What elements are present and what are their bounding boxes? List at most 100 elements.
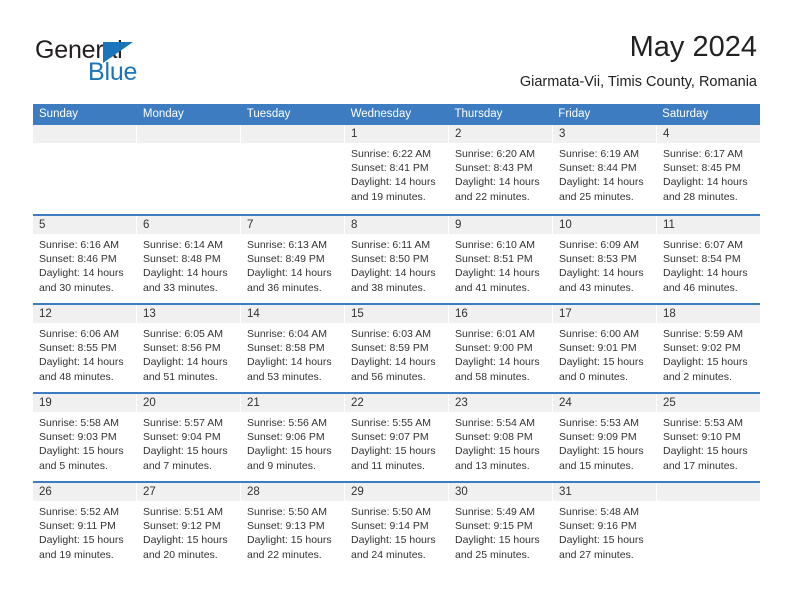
calendar-week-row: 19 Sunrise: 5:58 AM Sunset: 9:03 PM Dayligh… (33, 392, 760, 481)
day-number: 6 (137, 216, 240, 234)
calendar-day-cell[interactable]: 28 Sunrise: 5:50 AM Sunset: 9:13 PM Dayligh… (241, 483, 345, 570)
sunrise-time: Sunrise: 6:03 AM (351, 328, 431, 340)
day-number: 10 (553, 216, 656, 234)
day-sun-info: Sunrise: 6:17 AM Sunset: 8:45 PM Daylight:… (657, 143, 760, 204)
calendar-day-cell[interactable]: 21 Sunrise: 5:56 AM Sunset: 9:06 PM Dayligh… (241, 394, 345, 481)
calendar-day-cell[interactable]: 19 Sunrise: 5:58 AM Sunset: 9:03 PM Dayligh… (33, 394, 137, 481)
daylight-duration-line2: and 0 minutes. (559, 370, 628, 383)
day-sun-info: Sunrise: 6:04 AM Sunset: 8:58 PM Daylight:… (241, 323, 344, 384)
day-number: 9 (449, 216, 552, 234)
calendar-day-cell[interactable]: 25 Sunrise: 5:53 AM Sunset: 9:10 PM Dayligh… (657, 394, 760, 481)
day-number: 15 (345, 305, 448, 323)
daylight-duration-line1: Daylight: 15 hours (143, 534, 228, 547)
calendar-day-cell[interactable]: 31 Sunrise: 5:48 AM Sunset: 9:16 PM Dayligh… (553, 483, 657, 570)
calendar-day-cell[interactable]: 29 Sunrise: 5:50 AM Sunset: 9:14 PM Dayligh… (345, 483, 449, 570)
daylight-duration-line2: and 13 minutes. (455, 459, 530, 472)
calendar-day-cell[interactable]: 4 Sunrise: 6:17 AM Sunset: 8:45 PM Daylight… (657, 125, 760, 214)
sunset-time: Sunset: 9:08 PM (455, 431, 533, 444)
day-number: 17 (553, 305, 656, 323)
day-number: 29 (345, 483, 448, 501)
calendar-day-cell[interactable]: 9 Sunrise: 6:10 AM Sunset: 8:51 PM Daylight… (449, 216, 553, 303)
day-sun-info: Sunrise: 5:50 AM Sunset: 9:13 PM Daylight:… (241, 501, 344, 562)
calendar-day-cell[interactable]: 17 Sunrise: 6:00 AM Sunset: 9:01 PM Dayligh… (553, 305, 657, 392)
calendar-day-cell[interactable]: 5 Sunrise: 6:16 AM Sunset: 8:46 PM Daylight… (33, 216, 137, 303)
day-sun-info: Sunrise: 6:16 AM Sunset: 8:46 PM Daylight:… (33, 234, 136, 295)
calendar-day-cell[interactable]: 10 Sunrise: 6:09 AM Sunset: 8:53 PM Dayligh… (553, 216, 657, 303)
calendar-day-cell[interactable]: 8 Sunrise: 6:11 AM Sunset: 8:50 PM Daylight… (345, 216, 449, 303)
calendar-day-cell[interactable]: 23 Sunrise: 5:54 AM Sunset: 9:08 PM Dayligh… (449, 394, 553, 481)
day-number: 8 (345, 216, 448, 234)
calendar-week-row: 12 Sunrise: 6:06 AM Sunset: 8:55 PM Dayligh… (33, 303, 760, 392)
sunrise-time: Sunrise: 5:48 AM (559, 506, 639, 518)
day-number: 24 (553, 394, 656, 412)
day-number: 26 (33, 483, 136, 501)
calendar-day-cell[interactable]: 27 Sunrise: 5:51 AM Sunset: 9:12 PM Dayligh… (137, 483, 241, 570)
calendar-day-cell[interactable]: 20 Sunrise: 5:57 AM Sunset: 9:04 PM Dayligh… (137, 394, 241, 481)
day-sun-info: Sunrise: 6:14 AM Sunset: 8:48 PM Daylight:… (137, 234, 240, 295)
day-number: 30 (449, 483, 552, 501)
daylight-duration-line2: and 30 minutes. (39, 281, 114, 294)
calendar-day-cell-empty (33, 125, 137, 214)
sunset-time: Sunset: 9:11 PM (39, 520, 116, 533)
calendar-day-cell[interactable]: 6 Sunrise: 6:14 AM Sunset: 8:48 PM Daylight… (137, 216, 241, 303)
sunrise-time: Sunrise: 6:20 AM (455, 148, 535, 160)
daylight-duration-line1: Daylight: 14 hours (455, 356, 540, 369)
day-sun-info: Sunrise: 5:48 AM Sunset: 9:16 PM Daylight:… (553, 501, 656, 562)
calendar-day-cell[interactable]: 18 Sunrise: 5:59 AM Sunset: 9:02 PM Dayligh… (657, 305, 760, 392)
daylight-duration-line1: Daylight: 14 hours (351, 176, 436, 189)
weekday-header-friday: Friday (558, 108, 591, 120)
daylight-duration-line2: and 27 minutes. (559, 548, 634, 561)
day-number (241, 125, 344, 143)
daylight-duration-line2: and 24 minutes. (351, 548, 426, 561)
calendar-day-cell[interactable]: 11 Sunrise: 6:07 AM Sunset: 8:54 PM Dayligh… (657, 216, 760, 303)
calendar-day-cell[interactable]: 22 Sunrise: 5:55 AM Sunset: 9:07 PM Dayligh… (345, 394, 449, 481)
calendar-day-cell[interactable]: 14 Sunrise: 6:04 AM Sunset: 8:58 PM Dayligh… (241, 305, 345, 392)
daylight-duration-line2: and 58 minutes. (455, 370, 530, 383)
sunset-time: Sunset: 9:07 PM (351, 431, 429, 444)
sunrise-time: Sunrise: 5:50 AM (351, 506, 431, 518)
calendar-day-cell[interactable]: 1 Sunrise: 6:22 AM Sunset: 8:41 PM Daylight… (345, 125, 449, 214)
calendar-day-cell[interactable]: 26 Sunrise: 5:52 AM Sunset: 9:11 PM Dayligh… (33, 483, 137, 570)
day-sun-info: Sunrise: 6:06 AM Sunset: 8:55 PM Daylight:… (33, 323, 136, 384)
day-sun-info: Sunrise: 5:55 AM Sunset: 9:07 PM Daylight:… (345, 412, 448, 473)
daylight-duration-line1: Daylight: 15 hours (247, 445, 332, 458)
daylight-duration-line2: and 5 minutes. (39, 459, 108, 472)
day-number: 14 (241, 305, 344, 323)
sunset-time: Sunset: 9:02 PM (663, 342, 741, 355)
daylight-duration-line1: Daylight: 15 hours (39, 534, 124, 547)
daylight-duration-line1: Daylight: 14 hours (559, 176, 644, 189)
sunrise-time: Sunrise: 5:55 AM (351, 417, 431, 429)
calendar-day-cell[interactable]: 2 Sunrise: 6:20 AM Sunset: 8:43 PM Daylight… (449, 125, 553, 214)
daylight-duration-line1: Daylight: 14 hours (143, 356, 228, 369)
sunrise-time: Sunrise: 5:49 AM (455, 506, 535, 518)
day-number (33, 125, 136, 143)
calendar-day-cell[interactable]: 7 Sunrise: 6:13 AM Sunset: 8:49 PM Daylight… (241, 216, 345, 303)
sunset-time: Sunset: 8:50 PM (351, 253, 429, 266)
daylight-duration-line2: and 46 minutes. (663, 281, 738, 294)
calendar-day-cell[interactable]: 12 Sunrise: 6:06 AM Sunset: 8:55 PM Dayligh… (33, 305, 137, 392)
calendar-day-cell[interactable]: 13 Sunrise: 6:05 AM Sunset: 8:56 PM Dayligh… (137, 305, 241, 392)
sunset-time: Sunset: 9:13 PM (247, 520, 325, 533)
day-sun-info: Sunrise: 6:11 AM Sunset: 8:50 PM Daylight:… (345, 234, 448, 295)
daylight-duration-line1: Daylight: 15 hours (663, 445, 748, 458)
sunrise-time: Sunrise: 6:01 AM (455, 328, 535, 340)
day-sun-info: Sunrise: 5:54 AM Sunset: 9:08 PM Daylight:… (449, 412, 552, 473)
calendar-day-cell[interactable]: 30 Sunrise: 5:49 AM Sunset: 9:15 PM Dayligh… (449, 483, 553, 570)
day-number: 5 (33, 216, 136, 234)
day-number: 27 (137, 483, 240, 501)
daylight-duration-line2: and 41 minutes. (455, 281, 530, 294)
day-number: 28 (241, 483, 344, 501)
sunset-time: Sunset: 9:16 PM (559, 520, 637, 533)
sunset-time: Sunset: 8:49 PM (247, 253, 325, 266)
general-blue-logo[interactable]: General Blue (35, 36, 245, 88)
calendar-day-cell[interactable]: 3 Sunrise: 6:19 AM Sunset: 8:44 PM Daylight… (553, 125, 657, 214)
calendar-day-cell[interactable]: 16 Sunrise: 6:01 AM Sunset: 9:00 PM Dayligh… (449, 305, 553, 392)
page-header: General Blue May 2024 Giarmata-Vii, Timi… (0, 0, 792, 100)
day-number: 4 (657, 125, 760, 143)
daylight-duration-line2: and 33 minutes. (143, 281, 218, 294)
calendar-day-cell[interactable]: 24 Sunrise: 5:53 AM Sunset: 9:09 PM Dayligh… (553, 394, 657, 481)
calendar-day-cell[interactable]: 15 Sunrise: 6:03 AM Sunset: 8:59 PM Dayligh… (345, 305, 449, 392)
day-number: 2 (449, 125, 552, 143)
day-sun-info: Sunrise: 5:50 AM Sunset: 9:14 PM Daylight:… (345, 501, 448, 562)
sunset-time: Sunset: 8:56 PM (143, 342, 221, 355)
